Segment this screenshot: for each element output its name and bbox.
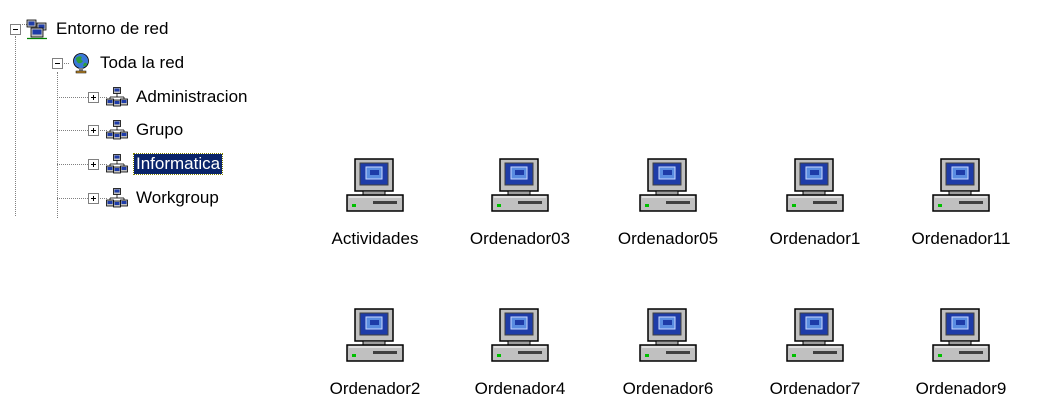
tree-node-toda-la-red[interactable]: Toda la red <box>70 52 186 74</box>
computer-icon <box>786 308 844 362</box>
item-label: Ordenador11 <box>911 229 1011 248</box>
list-item[interactable]: Ordenador05 <box>593 155 743 249</box>
item-label: Ordenador6 <box>622 379 714 398</box>
list-item[interactable]: Ordenador11 <box>886 155 1036 249</box>
tree-node-informatica[interactable]: Informatica <box>106 153 224 175</box>
expand-button-grupo[interactable] <box>88 125 99 136</box>
expand-button-workgroup[interactable] <box>88 193 99 204</box>
item-label: Ordenador05 <box>617 229 719 248</box>
tree-line <box>57 198 88 199</box>
item-label: Ordenador03 <box>469 229 571 248</box>
tree-node-workgroup[interactable]: Workgroup <box>106 187 221 209</box>
tree-label-administracion: Administracion <box>136 87 248 106</box>
computer-icon <box>932 308 990 362</box>
item-label: Actividades <box>331 229 419 248</box>
tree-node-administracion[interactable]: Administracion <box>106 86 250 108</box>
item-label: Ordenador1 <box>769 229 861 248</box>
tree-line <box>15 36 16 216</box>
tree-label-workgroup: Workgroup <box>136 188 219 207</box>
workgroup-icon <box>106 120 128 140</box>
expand-button-informatica[interactable] <box>88 159 99 170</box>
collapse-button-entorno-de-red[interactable] <box>10 24 21 35</box>
tree-label-grupo: Grupo <box>136 120 184 139</box>
item-label: Ordenador9 <box>915 379 1007 398</box>
list-item[interactable]: Actividades <box>300 155 450 249</box>
list-item[interactable]: Ordenador2 <box>300 305 450 399</box>
computer-icon <box>491 158 549 212</box>
tree-line <box>57 97 88 98</box>
computer-icon <box>786 158 844 212</box>
tree-node-entorno-de-red[interactable]: Entorno de red <box>26 18 170 40</box>
tree-label-informatica: Informatica <box>132 153 224 175</box>
tree-line <box>57 130 88 131</box>
computer-list: Actividades Ordenador03 Ordenador05 Orde… <box>300 150 1038 407</box>
list-item[interactable]: Ordenador03 <box>445 155 595 249</box>
folder-tree: Entorno de red Toda la red Administracio… <box>0 0 300 230</box>
computer-icon <box>346 308 404 362</box>
workgroup-icon <box>106 188 128 208</box>
computer-icon <box>639 308 697 362</box>
computer-icon <box>639 158 697 212</box>
tree-label-toda-la-red: Toda la red <box>100 53 185 72</box>
computer-icon <box>491 308 549 362</box>
item-label: Ordenador7 <box>769 379 861 398</box>
item-label: Ordenador2 <box>329 379 421 398</box>
item-label: Ordenador4 <box>474 379 566 398</box>
tree-label-entorno-de-red: Entorno de red <box>56 19 169 38</box>
list-item[interactable]: Ordenador9 <box>886 305 1036 399</box>
workgroup-icon <box>106 154 128 174</box>
list-item[interactable]: Ordenador7 <box>740 305 890 399</box>
list-item[interactable]: Ordenador4 <box>445 305 595 399</box>
network-neighborhood-icon <box>26 19 47 40</box>
list-item[interactable]: Ordenador6 <box>593 305 743 399</box>
tree-node-grupo[interactable]: Grupo <box>106 119 185 141</box>
tree-line <box>57 164 88 165</box>
computer-icon <box>932 158 990 212</box>
globe-network-icon <box>73 53 89 74</box>
collapse-button-toda-la-red[interactable] <box>52 58 63 69</box>
tree-line <box>57 72 58 218</box>
list-item[interactable]: Ordenador1 <box>740 155 890 249</box>
workgroup-icon <box>106 87 128 107</box>
computer-icon <box>346 158 404 212</box>
expand-button-administracion[interactable] <box>88 92 99 103</box>
